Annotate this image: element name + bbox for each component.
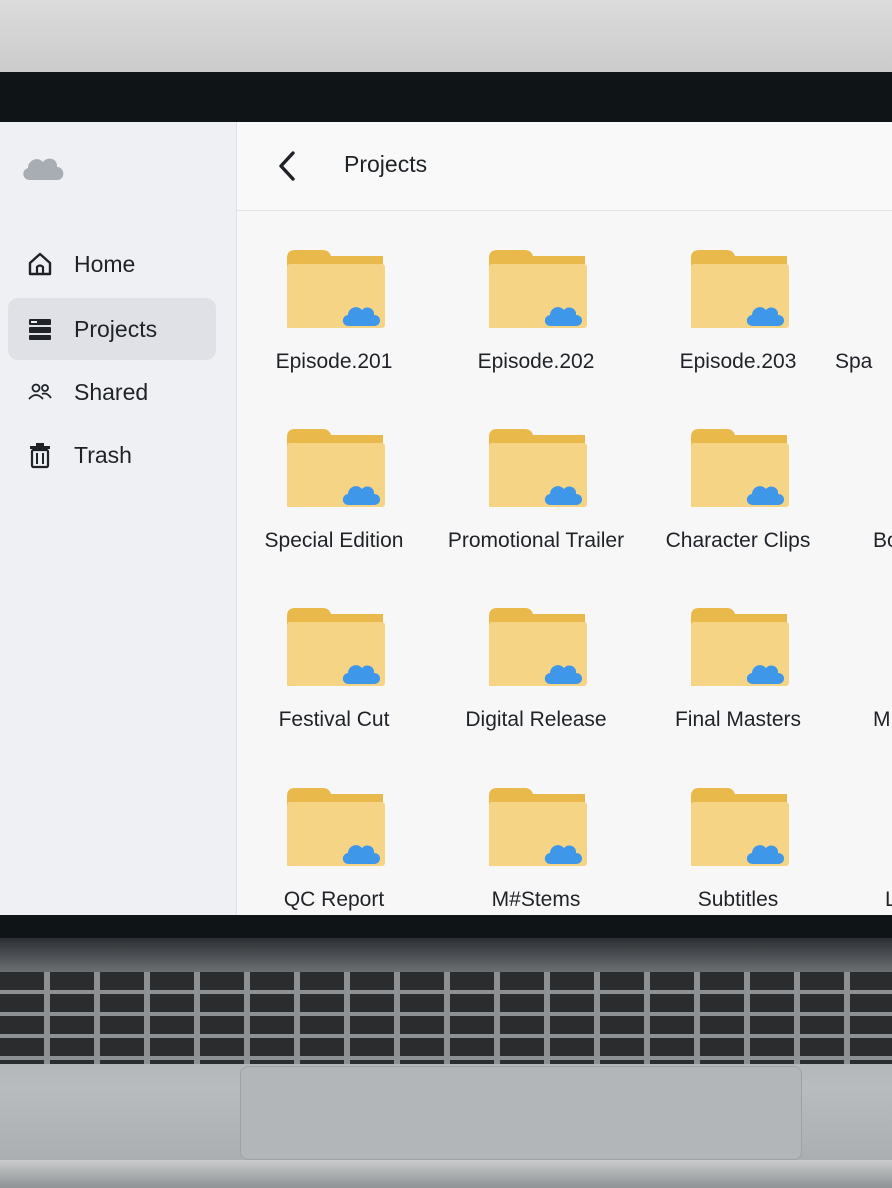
- back-button[interactable]: [269, 146, 305, 186]
- sidebar-item-projects[interactable]: Projects: [8, 298, 216, 360]
- folder-item[interactable]: QC Report: [239, 786, 429, 915]
- folder-grid: Episode.201 Episode.202 Episode.203 Spa …: [237, 210, 892, 915]
- home-icon: [26, 250, 54, 278]
- folder-label: QC Report: [283, 888, 385, 911]
- shared-icon: [26, 378, 54, 406]
- chevron-left-icon: [279, 151, 295, 181]
- folder-item[interactable]: M: [845, 606, 892, 756]
- folder-label: Special Edition: [264, 529, 404, 552]
- folder-item[interactable]: Bo: [845, 427, 892, 577]
- folder-item[interactable]: Episode.201: [239, 248, 429, 398]
- folder-label: Episode.203: [679, 350, 797, 373]
- header: Projects: [237, 122, 892, 211]
- folder-item[interactable]: M#Stems: [441, 786, 631, 915]
- laptop-hinge: [0, 938, 892, 972]
- laptop-front-edge: [0, 1160, 892, 1188]
- folder-label: L: [885, 888, 892, 911]
- folder-item[interactable]: Episode.203: [643, 248, 833, 398]
- folder-label: Episode.201: [275, 350, 393, 373]
- cloud-folder-icon: [287, 429, 385, 507]
- cloud-folder-icon: [287, 608, 385, 686]
- app-window: Home Projects Shared Trash Projects Epis…: [0, 122, 892, 915]
- folder-label: Bo: [873, 529, 892, 552]
- sidebar-item-label: Home: [74, 250, 136, 277]
- sidebar-item-label: Trash: [74, 441, 132, 468]
- folder-label: Spa: [835, 350, 873, 373]
- folder-item[interactable]: Episode.202: [441, 248, 631, 398]
- folder-label: M: [873, 708, 891, 731]
- projects-icon: [26, 315, 54, 343]
- page-title: Projects: [344, 151, 428, 177]
- cloud-folder-icon: [691, 788, 789, 866]
- folder-item[interactable]: Character Clips: [643, 427, 833, 577]
- cloud-folder-icon: [489, 608, 587, 686]
- cloud-folder-icon: [489, 429, 587, 507]
- folder-label: Episode.202: [477, 350, 595, 373]
- cloud-logo-icon: [23, 158, 64, 180]
- sidebar-item-trash[interactable]: Trash: [8, 424, 216, 486]
- trackpad: [240, 1066, 802, 1160]
- cloud-folder-icon: [489, 250, 587, 328]
- sidebar-item-shared[interactable]: Shared: [8, 361, 216, 423]
- laptop-keyboard-deck: [0, 938, 892, 1188]
- folder-item[interactable]: Spa: [835, 248, 892, 398]
- sidebar-item-label: Shared: [74, 378, 149, 405]
- sidebar: Home Projects Shared Trash: [0, 122, 237, 915]
- folder-item[interactable]: Promotional Trailer: [441, 427, 631, 577]
- folder-label: Promotional Trailer: [447, 529, 625, 552]
- folder-label: Subtitles: [697, 888, 779, 911]
- folder-label: M#Stems: [491, 888, 581, 911]
- keyboard: [0, 972, 892, 1064]
- sidebar-item-label: Projects: [74, 315, 158, 342]
- cloud-folder-icon: [287, 250, 385, 328]
- trash-icon: [26, 441, 54, 469]
- folder-item[interactable]: Subtitles: [643, 786, 833, 915]
- folder-item[interactable]: Final Masters: [643, 606, 833, 756]
- folder-item[interactable]: L: [845, 786, 892, 915]
- folder-item[interactable]: Special Edition: [239, 427, 429, 577]
- folder-label: Final Masters: [674, 708, 802, 731]
- folder-label: Character Clips: [665, 529, 811, 552]
- cloud-folder-icon: [691, 250, 789, 328]
- folder-item[interactable]: Digital Release: [441, 606, 631, 756]
- sidebar-item-home[interactable]: Home: [8, 233, 216, 295]
- cloud-folder-icon: [691, 429, 789, 507]
- cloud-folder-icon: [287, 788, 385, 866]
- cloud-folder-icon: [691, 608, 789, 686]
- cloud-folder-icon: [489, 788, 587, 866]
- folder-label: Festival Cut: [278, 708, 390, 731]
- folder-item[interactable]: Festival Cut: [239, 606, 429, 756]
- background-wall: [0, 0, 892, 72]
- folder-label: Digital Release: [465, 708, 607, 731]
